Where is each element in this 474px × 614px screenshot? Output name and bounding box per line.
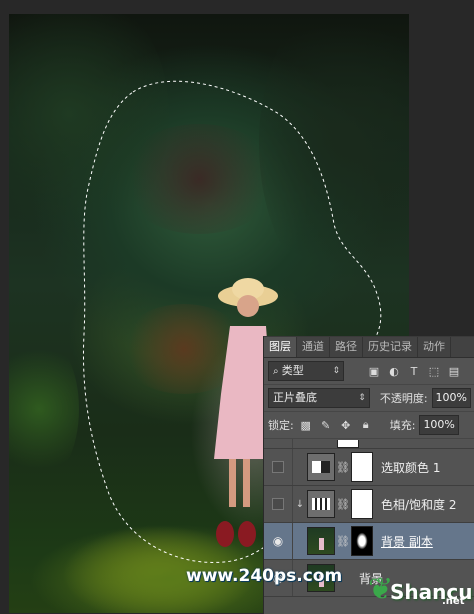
type-filter-icon[interactable]: T [406,364,422,378]
leg-left [229,459,236,507]
layer-name: 色相/饱和度 2 [381,497,457,512]
brand-watermark: ❦ Shancun .net [368,572,474,613]
lock-all-icon[interactable]: 🔒︎ [358,418,374,432]
link-chain-icon[interactable]: ⛓︎ [335,535,351,548]
boot-right [238,521,256,547]
filter-kind-value: 类型 [281,364,304,377]
filter-kind-select[interactable]: ⌕ 类型 ⇕ [268,361,344,381]
visibility-toggle[interactable]: ◉ [264,523,293,559]
search-icon: ⌕ [273,366,282,377]
lock-position-icon[interactable]: ✥ [338,418,354,432]
smartobject-filter-icon[interactable]: ▤ [446,364,462,378]
selective-color-adjustment-icon [307,453,335,481]
layer-row-partial [264,439,474,449]
fill-field[interactable]: 100% [419,415,459,435]
lock-row: 锁定: ▩ ✎ ✥ 🔒︎ 填充: 100% [264,412,474,439]
blend-mode-select[interactable]: 正片叠底 ⇕ [268,388,370,408]
lock-transparent-icon[interactable]: ▩ [298,418,314,432]
filter-row: ⌕ 类型 ⇕ ▣ ◐ T ⬚ ▤ [264,358,474,385]
eye-icon: ◉ [272,534,284,548]
opacity-field[interactable]: 100% [431,388,471,408]
fill-label: 填充: [389,419,416,432]
face [237,295,259,317]
lock-label: 锁定: [268,419,294,432]
layer-image-thumb[interactable] [307,527,335,555]
leg-right [243,459,250,507]
panel-tabbar: 图层 通道 路径 历史记录 动作 [264,337,474,358]
layer-mask-thumb[interactable] [351,526,373,556]
visibility-off-icon [272,498,284,510]
blend-row: 正片叠底 ⇕ 不透明度: 100% [264,385,474,412]
hue-saturation-adjustment-icon [307,490,335,518]
shape-filter-icon[interactable]: ⬚ [426,364,442,378]
image-filter-icon[interactable]: ▣ [366,364,382,378]
tab-paths[interactable]: 路径 [330,337,363,357]
lock-paint-icon[interactable]: ✎ [318,418,334,432]
layer-mask-thumb[interactable] [351,452,373,482]
layer-name: 选取颜色 1 [381,460,441,475]
layer-row[interactable]: ⛓︎ 选取颜色 1 [264,449,474,486]
tab-actions[interactable]: 动作 [418,337,451,357]
adjustment-filter-icon[interactable]: ◐ [386,364,402,378]
brand-tld: .net [442,596,465,607]
updown-arrow-icon: ⇕ [332,366,340,376]
layer-row[interactable]: ↓ ⛓︎ 色相/饱和度 2 [264,486,474,523]
layer-row-selected[interactable]: ◉ ⛓︎ 背景 副本 [264,523,474,560]
tab-channels[interactable]: 通道 [297,337,330,357]
visibility-off-icon [272,461,284,473]
layer-name: 背景 副本 [381,534,433,549]
tab-layers[interactable]: 图层 [264,337,297,357]
updown-arrow-icon: ⇕ [358,393,366,403]
tab-history[interactable]: 历史记录 [363,337,418,357]
visibility-toggle[interactable] [264,486,293,522]
blend-mode-value: 正片叠底 [273,391,317,404]
link-chain-icon[interactable]: ⛓︎ [335,498,351,511]
opacity-label: 不透明度: [379,392,428,405]
link-chain-icon[interactable]: ⛓︎ [335,461,351,474]
layer-mask-thumb[interactable] [351,489,373,519]
clipping-mask-arrow-icon: ↓ [295,498,305,510]
boot-left [216,521,234,547]
site-watermark: www.240ps.com [186,566,343,586]
visibility-toggle[interactable] [264,449,293,485]
